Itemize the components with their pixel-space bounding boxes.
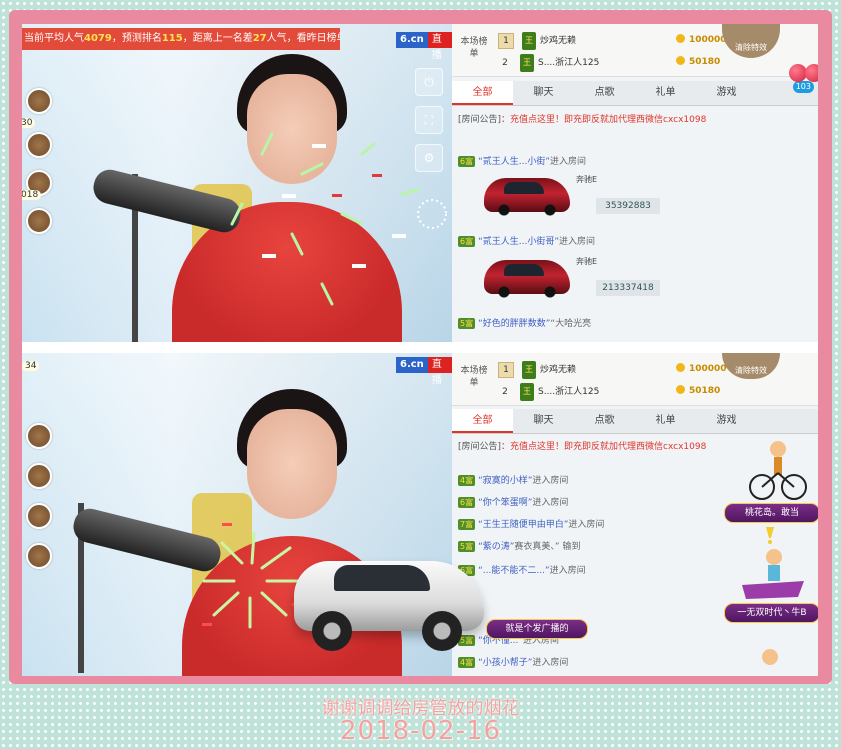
chat-message[interactable]: 6富 “贰王人生...小街”进入房间	[458, 154, 728, 167]
car-brand: 奔驰E	[576, 175, 598, 184]
gift-effect-label[interactable]: 桃花岛。敢当	[724, 503, 818, 523]
coin-icon	[676, 363, 685, 372]
room-announcement[interactable]: [房间公告]：充值点这里！即充即反就加代理西微信cxcx1098	[458, 112, 758, 125]
fan-avatar[interactable]	[26, 88, 52, 114]
fan-count: 018	[22, 190, 42, 200]
room-panel-top: 本场榜单 1 王炒鸡无赖 100000 2 王 S....浙江人125 50180 全…	[452, 24, 818, 342]
live-video-top[interactable]: 30 018 当前平均人气4079，预测排名115，距离上一名差27人气，看昨日…	[22, 24, 452, 342]
car-entry-card: 奔驰E 35392883	[484, 170, 660, 226]
chat-message[interactable]: 4富 “小孩小帮子”进入房间	[458, 655, 728, 668]
fullscreen-icon: ⛶	[424, 113, 434, 127]
fan-avatar[interactable]	[26, 543, 52, 569]
chat-message[interactable]: 6富 “贰王人生...小街哥”进入房间	[458, 234, 728, 247]
car-id: 35392883	[596, 198, 660, 214]
suv-gift-animation	[294, 541, 484, 651]
caption-date: 2018-02-16	[339, 716, 502, 746]
chat-message[interactable]: 5富 “紫の涛”赛衣真美、” 输到	[458, 539, 728, 552]
exclamation-icon	[766, 527, 774, 544]
car-image	[484, 178, 570, 216]
room-announcement[interactable]: [房间公告]：充值点这里！即充即反就加代理西微信cxcx1098	[458, 439, 718, 452]
tab-gifts[interactable]: 礼单	[635, 409, 696, 433]
collage-separator	[22, 342, 818, 353]
gift-broadcast-bubble: 就是个发广播的	[486, 619, 588, 639]
car-image	[484, 260, 570, 298]
chat-message[interactable]: 7富 “王生王随便甲由甲白”进入房间	[458, 517, 728, 530]
car-entry-card: 奔驰E 213337418	[484, 252, 660, 308]
chat-tabs: 全部 聊天 点歌 礼单 游戏 103	[452, 81, 818, 106]
fan-avatar[interactable]	[26, 132, 52, 158]
rank-row[interactable]: 2 王 S....浙江人125	[498, 54, 599, 72]
video-side-buttons: ⏻ ⛶ ⚙	[415, 68, 445, 182]
rank-row[interactable]: 1 王炒鸡无赖	[498, 32, 576, 50]
fullscreen-button[interactable]: ⛶	[415, 106, 443, 134]
tab-chat[interactable]: 聊天	[513, 81, 574, 105]
chat-message[interactable]: 6富 “...能不能不二...”进入房间	[458, 563, 728, 576]
fan-avatar[interactable]	[26, 423, 52, 449]
fan-avatar-strip: 34	[22, 353, 58, 676]
gear-icon: ⚙	[423, 151, 435, 165]
coin-icon	[676, 34, 685, 43]
fan-count: 34	[22, 361, 40, 371]
fan-avatar[interactable]	[26, 463, 52, 489]
chat-message[interactable]: 6富 “你个笨蛋啊”进入房间	[458, 495, 728, 508]
settings-button[interactable]: ⚙	[415, 144, 443, 172]
tab-all[interactable]: 全部	[452, 81, 513, 105]
screenshot-collage: 30 018 当前平均人气4079，预测排名115，距离上一名差27人气，看昨日…	[22, 24, 818, 676]
top-screenshot: 30 018 当前平均人气4079，预测排名115，距离上一名差27人气，看昨日…	[22, 24, 818, 342]
tab-chat[interactable]: 聊天	[513, 409, 574, 433]
streamer-face	[247, 74, 337, 184]
rank-coins: 50180	[676, 385, 720, 396]
site-logo: 6.cn 直播	[396, 32, 452, 61]
rank-row[interactable]: 1 王炒鸡无赖	[498, 361, 576, 379]
rider-head-icon	[762, 649, 778, 665]
streamer-face	[247, 409, 337, 519]
tab-all[interactable]: 全部	[452, 409, 513, 433]
cherry-decoration	[787, 44, 818, 84]
fan-avatar-strip: 30 018	[22, 24, 58, 342]
fan-count: 30	[22, 118, 36, 128]
rank-row[interactable]: 2 王 S....浙江人125	[498, 383, 599, 401]
rank-coins: 100000	[676, 34, 727, 45]
power-icon: ⏻	[424, 75, 434, 89]
car-brand: 奔驰E	[576, 257, 598, 266]
tab-games[interactable]: 游戏	[696, 409, 757, 433]
chat-tabs: 全部 聊天 点歌 礼单 游戏	[452, 409, 818, 434]
car-id: 213337418	[596, 280, 660, 296]
chat-message[interactable]: 5富 “好色的胖胖数数”“大哈光亮	[458, 316, 728, 329]
rank-coins: 50180	[676, 56, 720, 67]
tab-songs[interactable]: 点歌	[574, 409, 635, 433]
coin-icon	[676, 56, 685, 65]
fan-avatar[interactable]	[26, 208, 52, 234]
bottom-screenshot: 34 6.cn 直播 本场榜单 1 王炒鸡无赖 100000 2 王 S....浙江人…	[22, 353, 818, 676]
rank-label: 本场榜单	[460, 366, 488, 388]
power-button[interactable]: ⏻	[415, 68, 443, 96]
magic-carpet-rider-icon	[742, 549, 804, 599]
tab-songs[interactable]: 点歌	[574, 81, 635, 105]
bicycle-rider-icon	[749, 441, 807, 500]
popularity-banner[interactable]: 当前平均人气4079，预测排名115，距离上一名差27人气，看昨日榜单	[22, 28, 340, 50]
rank-coins: 100000	[676, 363, 727, 374]
tab-games[interactable]: 游戏	[696, 81, 757, 105]
tab-gifts[interactable]: 礼单	[635, 81, 696, 105]
site-logo: 6.cn 直播	[396, 357, 452, 386]
gift-effect-label[interactable]: 一无双时代丶牛B	[724, 603, 818, 623]
rank-label: 本场榜单	[460, 37, 488, 59]
fan-avatar[interactable]	[26, 503, 52, 529]
chat-message[interactable]: 4富 “寂寞的小样”进入房间	[458, 473, 728, 486]
coin-icon	[676, 385, 685, 394]
gift-effects-column: 桃花岛。敢当 一无双时代丶牛B	[720, 437, 818, 676]
